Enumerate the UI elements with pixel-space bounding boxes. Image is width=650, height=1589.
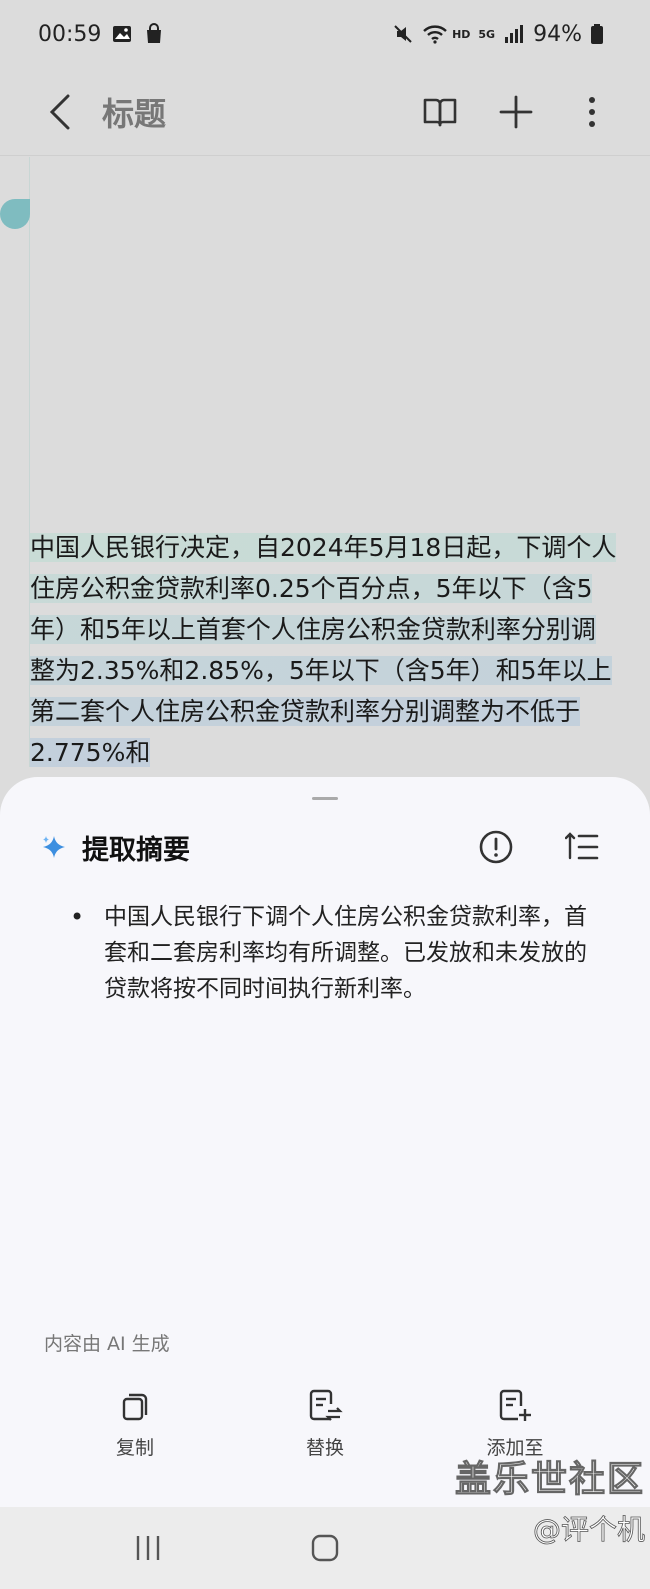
summary-item: 中国人民银行下调个人住房公积金贷款利率，首套和二套房利率均有所调整。已发放和未发… — [70, 899, 590, 1007]
back-button[interactable] — [30, 82, 90, 142]
sheet-header: 提取摘要 — [0, 817, 650, 877]
hd-label: HD — [452, 27, 471, 41]
mute-icon — [392, 23, 414, 45]
ai-generated-note: 内容由 AI 生成 — [44, 1333, 170, 1355]
network-label: 5G — [478, 27, 496, 41]
replace-label: 替换 — [305, 1437, 344, 1459]
add-button[interactable] — [488, 84, 544, 140]
back-arrow-icon — [49, 94, 70, 129]
replace-icon — [309, 1389, 343, 1421]
selection-handle-icon[interactable] — [0, 199, 30, 229]
replace-button[interactable]: 替换 — [265, 1389, 385, 1499]
summary-sheet: 提取摘要 中国人民银行下调个人住房公积金贷款利率，首套和二套房利率均有所调整。已… — [0, 777, 650, 1507]
signal-icon — [503, 23, 525, 45]
more-options-button[interactable] — [564, 84, 620, 140]
reading-mode-button[interactable] — [412, 84, 468, 140]
sheet-title: 提取摘要 — [82, 834, 190, 866]
watermark-main: 盖乐世社区 — [454, 1459, 645, 1501]
app-bar: 标题 — [0, 68, 650, 156]
status-bar: 00:59 HD 5G 94% — [0, 0, 650, 68]
sheet-grabber[interactable] — [312, 797, 338, 800]
ai-sparkle-icon — [43, 836, 65, 858]
gallery-icon — [111, 23, 133, 45]
app-actions — [412, 84, 620, 140]
feedback-button[interactable] — [468, 819, 524, 875]
home-button[interactable] — [297, 1520, 353, 1576]
battery-icon — [590, 23, 612, 45]
recent-apps-button[interactable] — [120, 1520, 176, 1576]
selected-text[interactable]: 中国人民银行决定，自2024年5月18日起，下调个人住房公积金贷款利率0.25个… — [30, 533, 617, 767]
shopping-bag-icon — [143, 23, 165, 45]
book-icon — [423, 98, 457, 126]
recent-apps-icon — [137, 1536, 160, 1560]
copy-button[interactable]: 复制 — [75, 1389, 195, 1499]
watermark: 盖乐世社区 @评个机 — [435, 1450, 645, 1548]
list-format-icon — [565, 832, 599, 860]
battery-level: 94% — [533, 21, 582, 47]
copy-icon — [122, 1393, 148, 1421]
summary-format-button[interactable] — [554, 819, 610, 875]
note-body-text[interactable]: 中国人民银行决定，自2024年5月18日起，下调个人住房公积金贷款利率0.25个… — [30, 527, 620, 773]
more-vertical-icon — [589, 96, 595, 127]
plus-icon — [499, 95, 533, 128]
note-title[interactable]: 标题 — [102, 89, 166, 135]
watermark-sub: @评个机 — [532, 1513, 646, 1547]
copy-label: 复制 — [115, 1437, 154, 1459]
info-alert-icon — [479, 830, 513, 864]
status-right: HD 5G 94% — [392, 22, 612, 47]
status-time: 00:59 — [38, 21, 102, 47]
wifi-icon — [422, 23, 447, 45]
status-left: 00:59 — [38, 22, 165, 47]
summary-list: 中国人民银行下调个人住房公积金贷款利率，首套和二套房利率均有所调整。已发放和未发… — [70, 899, 590, 1007]
home-icon — [311, 1534, 339, 1562]
note-editor[interactable]: 中国人民银行决定，自2024年5月18日起，下调个人住房公积金贷款利率0.25个… — [0, 157, 650, 777]
add-note-icon — [499, 1389, 531, 1421]
sheet-actions — [468, 819, 610, 875]
